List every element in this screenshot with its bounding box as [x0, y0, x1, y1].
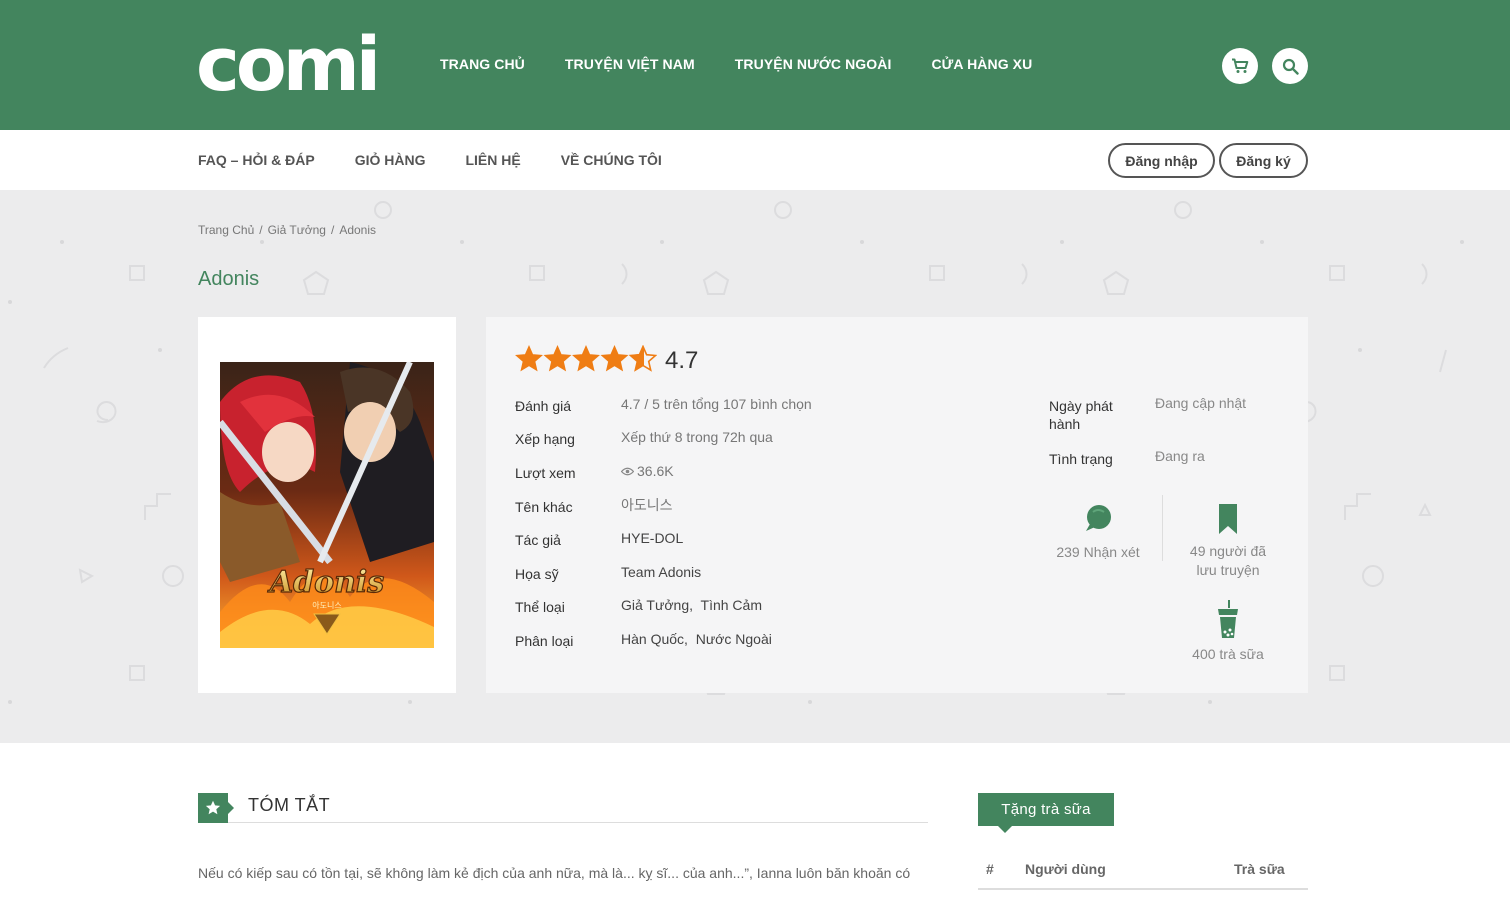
- nav-coin-shop[interactable]: CỬA HÀNG XU: [931, 56, 1032, 72]
- views-label: Lượt xem: [515, 465, 576, 481]
- artist-value[interactable]: Team Adonis: [621, 564, 701, 580]
- rating-value: 4.7 / 5 trên tổng 107 bình chọn: [621, 396, 812, 412]
- nav-cart[interactable]: GIỎ HÀNG: [355, 152, 426, 168]
- summary-text: Nếu có kiếp sau có tồn tại, sẽ không làm…: [198, 865, 911, 881]
- star-icon: [205, 800, 221, 815]
- release-date-label: Ngày phát hành: [1049, 398, 1113, 432]
- search-button[interactable]: [1272, 48, 1308, 84]
- breadcrumb-genre[interactable]: Giả Tưởng: [268, 223, 326, 237]
- alt-name-label: Tên khác: [515, 499, 573, 515]
- nav-foreign-comics[interactable]: TRUYỆN NƯỚC NGOÀI: [735, 56, 892, 72]
- category-value[interactable]: Hàn Quốc, Nước Ngoài: [621, 631, 772, 647]
- cover-card: Adonis 아도니스: [198, 317, 456, 693]
- cover-subtitle-art: 아도니스: [312, 600, 341, 610]
- login-button[interactable]: Đăng nhập: [1108, 143, 1215, 178]
- saves-count-line1: 49 người đã: [1189, 543, 1267, 559]
- secondary-nav: FAQ – HỎI & ĐÁP GIỎ HÀNG LIÊN HỆ VỀ CHÚN…: [198, 152, 662, 168]
- rating-score: 4.7: [665, 347, 699, 374]
- author-value[interactable]: HYE-DOL: [621, 530, 683, 546]
- rating-label: Đánh giá: [515, 398, 572, 414]
- nav-about[interactable]: VỀ CHÚNG TÔI: [561, 152, 662, 168]
- breadcrumb-current: Adonis: [339, 223, 377, 237]
- alt-name-value: 아도니스: [621, 497, 673, 513]
- bookmark-icon: [1219, 504, 1237, 534]
- nav-faq[interactable]: FAQ – HỎI & ĐÁP: [198, 152, 315, 168]
- star-rating[interactable]: [515, 345, 657, 373]
- milktea-count: 400 trà sữa: [1192, 646, 1264, 662]
- comic-detail-section: Trang Chủ / Giả Tưởng / Adonis Adonis Ad…: [0, 190, 1510, 743]
- rank-label: Xếp hạng: [515, 431, 575, 447]
- breadcrumb-separator: /: [330, 223, 335, 237]
- milktea-stat[interactable]: 400 trà sữa: [1178, 600, 1278, 664]
- main-nav: TRANG CHỦ TRUYỆN VIỆT NAM TRUYỆN NƯỚC NG…: [440, 56, 1032, 72]
- cart-icon: [1232, 58, 1249, 73]
- register-button[interactable]: Đăng ký: [1219, 143, 1308, 178]
- breadcrumb-home[interactable]: Trang Chủ: [198, 223, 254, 237]
- comments-count: 239 Nhận xét: [1056, 544, 1140, 560]
- artist-label: Họa sỹ: [515, 566, 559, 582]
- nav-vietnam-comics[interactable]: TRUYỆN VIỆT NAM: [565, 56, 695, 72]
- status-value: Đang ra: [1155, 448, 1205, 464]
- nav-home[interactable]: TRANG CHỦ: [440, 56, 525, 72]
- summary-badge: [198, 793, 234, 823]
- status-label: Tình trạng: [1049, 451, 1113, 467]
- author-label: Tác giả: [515, 532, 561, 548]
- milktea-tab[interactable]: Tặng trà sữa: [978, 793, 1114, 833]
- comic-cover-image[interactable]: Adonis 아도니스: [220, 362, 434, 648]
- category-label: Phân loại: [515, 633, 574, 649]
- column-user: Người dùng: [1025, 861, 1106, 877]
- saves-count-line2: lưu truyện: [1196, 562, 1260, 578]
- column-index: #: [986, 861, 994, 877]
- breadcrumb: Trang Chủ / Giả Tưởng / Adonis: [198, 223, 376, 237]
- nav-contact[interactable]: LIÊN HỆ: [465, 152, 520, 168]
- views-value-wrap: 36.6K: [621, 463, 674, 479]
- column-milktea: Trà sữa: [1234, 861, 1285, 877]
- cart-button[interactable]: [1222, 48, 1258, 84]
- genre-label: Thể loại: [515, 599, 565, 615]
- comic-info-card: 4.7 Đánh giá 4.7 / 5 trên tổng 107 bình …: [486, 317, 1308, 693]
- top-header: comi TRANG CHỦ TRUYỆN VIỆT NAM TRUYỆN NƯ…: [0, 0, 1510, 130]
- site-logo[interactable]: comi: [196, 28, 381, 102]
- comments-stat[interactable]: 239 Nhận xét: [1048, 503, 1148, 562]
- comic-title: Adonis: [198, 268, 260, 290]
- comment-icon: [1086, 505, 1111, 531]
- eye-icon: [621, 467, 634, 475]
- genre-value[interactable]: Giả Tưởng, Tình Cảm: [621, 597, 762, 613]
- summary-title: TÓM TẮT: [248, 795, 331, 815]
- search-icon: [1282, 58, 1299, 75]
- cover-title-art: Adonis: [267, 565, 384, 600]
- breadcrumb-separator: /: [259, 223, 263, 237]
- release-date-value: Đang cập nhật: [1155, 395, 1247, 411]
- stars-icon: [515, 345, 657, 371]
- stats-divider: [1162, 495, 1163, 561]
- views-value: 36.6K: [637, 463, 674, 479]
- saves-stat[interactable]: 49 người đã lưu truyện: [1178, 503, 1278, 580]
- rank-value: Xếp thứ 8 trong 72h qua: [621, 429, 773, 445]
- summary-header: TÓM TẮT: [198, 793, 928, 823]
- milktea-table-header: # Người dùng Trà sữa: [978, 854, 1308, 890]
- secondary-nav-bar: FAQ – HỎI & ĐÁP GIỎ HÀNG LIÊN HỆ VỀ CHÚN…: [0, 130, 1510, 190]
- milktea-icon: [1218, 600, 1238, 638]
